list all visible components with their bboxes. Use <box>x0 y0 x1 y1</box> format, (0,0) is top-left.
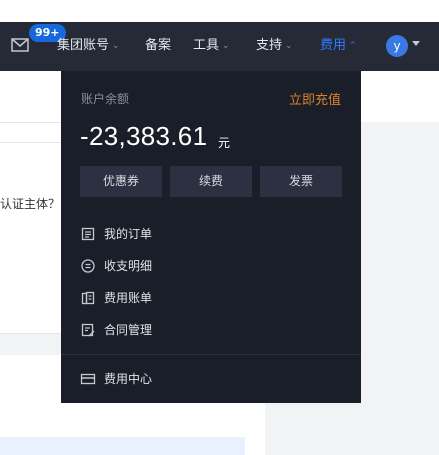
avatar[interactable]: y <box>386 35 408 57</box>
order-list-icon <box>81 227 95 241</box>
nav-tools[interactable]: 工具 ⌄ <box>193 38 230 54</box>
billing-dropdown: 账户余额 立即充值 -23,383.61 元 优惠券 续费 发票 我的订单 收支… <box>61 71 361 403</box>
transactions-icon <box>81 259 95 273</box>
page-top-strip <box>0 0 439 22</box>
menu-item-transactions[interactable]: 收支明细 <box>80 257 152 275</box>
nav-label: 支持 <box>256 38 283 53</box>
chevron-down-icon: ⌄ <box>112 41 120 51</box>
menu-item-bills[interactable]: 费用账单 <box>80 289 152 307</box>
nav-label: 备案 <box>145 38 172 53</box>
menu-item-label: 合同管理 <box>104 323 153 337</box>
nav-label: 工具 <box>193 38 220 53</box>
nav-billing[interactable]: 费用 ⌃ <box>320 38 357 54</box>
balance-label: 账户余额 <box>81 92 130 106</box>
mail-icon[interactable] <box>11 38 29 52</box>
balance-amount: -23,383.61 <box>80 121 208 151</box>
menu-item-label: 费用账单 <box>104 291 153 305</box>
nav-label: 集团账号 <box>57 38 110 53</box>
chevron-down-icon: ⌄ <box>285 41 293 51</box>
chevron-down-icon: ⌄ <box>222 41 230 51</box>
card-text: 认证主体？) <box>0 197 65 211</box>
menu-item-label: 收支明细 <box>104 259 153 273</box>
nav-label: 费用 <box>320 38 347 53</box>
dropdown-divider <box>61 354 361 355</box>
renew-button[interactable]: 续费 <box>170 166 252 197</box>
nav-group-account[interactable]: 集团账号 ⌄ <box>57 38 120 54</box>
menu-item-label: 我的订单 <box>104 227 153 241</box>
billing-center-icon <box>80 373 96 385</box>
invoice-button[interactable]: 发票 <box>260 166 342 197</box>
contract-icon <box>81 323 95 337</box>
caret-down-icon[interactable] <box>412 41 420 46</box>
chevron-up-icon: ⌃ <box>349 41 357 51</box>
coupon-button[interactable]: 优惠券 <box>80 166 162 197</box>
menu-item-billing-center[interactable]: 费用中心 <box>80 370 152 388</box>
menu-item-label: 费用中心 <box>104 372 153 386</box>
menu-item-orders[interactable]: 我的订单 <box>80 225 152 243</box>
nav-support[interactable]: 支持 ⌄ <box>256 38 293 54</box>
highlight-bar <box>0 437 245 455</box>
menu-item-contracts[interactable]: 合同管理 <box>80 321 152 339</box>
recharge-link[interactable]: 立即充值 <box>289 89 341 108</box>
nav-filing[interactable]: 备案 <box>145 38 171 54</box>
bill-icon <box>81 291 95 305</box>
balance-unit: 元 <box>218 136 231 150</box>
